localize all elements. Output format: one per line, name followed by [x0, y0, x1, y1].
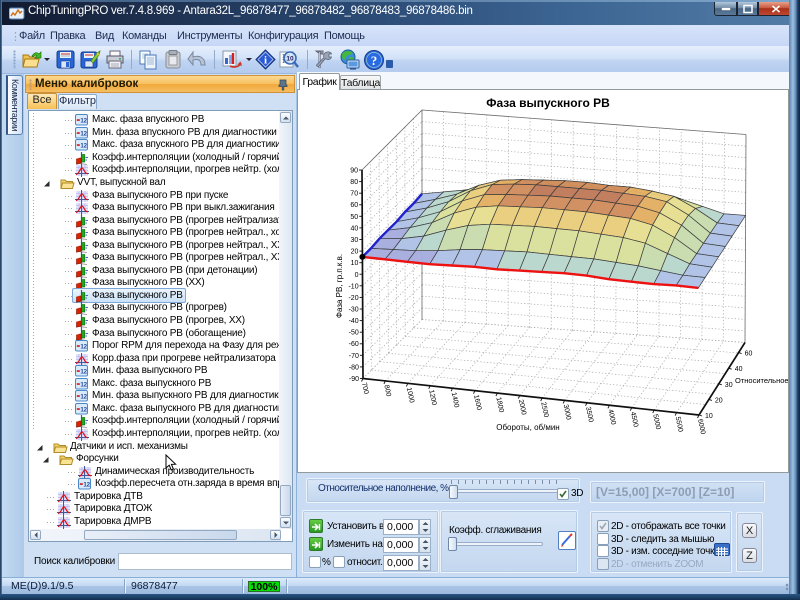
svg-text:60: 60 — [745, 351, 753, 358]
svg-text:i: i — [264, 55, 267, 67]
svg-text:60: 60 — [350, 202, 358, 209]
svg-text:-30: -30 — [349, 307, 359, 314]
svg-text:80: 80 — [350, 179, 358, 186]
svg-text:-60: -60 — [349, 341, 359, 348]
svg-text:50: 50 — [350, 214, 358, 221]
svg-text:-90: -90 — [349, 376, 359, 383]
svg-text:Фаза выпускного РВ: Фаза выпускного РВ — [486, 96, 610, 110]
svg-text:12: 12 — [83, 482, 90, 489]
svg-text:10: 10 — [705, 413, 713, 420]
svg-text:-10: -10 — [348, 283, 358, 290]
svg-text:12: 12 — [80, 369, 87, 376]
svg-text:30: 30 — [725, 382, 733, 389]
svg-text:Обороты, об/мин: Обороты, об/мин — [496, 423, 559, 432]
svg-text:10: 10 — [351, 260, 359, 267]
svg-text:12: 12 — [80, 118, 87, 125]
svg-text:40: 40 — [735, 366, 743, 373]
svg-text:-70: -70 — [349, 353, 359, 360]
svg-text:20: 20 — [715, 397, 723, 404]
svg-text:90: 90 — [350, 168, 358, 175]
svg-text:Фаза РВ, гр.п.к.в.: Фаза РВ, гр.п.к.в. — [335, 254, 344, 318]
svg-text:-50: -50 — [349, 330, 359, 337]
svg-text:12: 12 — [80, 406, 87, 413]
svg-text:30: 30 — [351, 237, 359, 244]
svg-text:Относительное н: Относительное н — [735, 376, 789, 385]
svg-text:12: 12 — [80, 344, 87, 351]
svg-text:20: 20 — [351, 249, 359, 256]
svg-text:-80: -80 — [349, 364, 359, 371]
svg-text:12: 12 — [80, 143, 87, 150]
svg-text:12: 12 — [80, 130, 87, 137]
svg-text:12: 12 — [80, 381, 87, 388]
svg-text:0: 0 — [355, 272, 359, 279]
svg-text:10: 10 — [286, 56, 294, 63]
svg-text:40: 40 — [351, 225, 359, 232]
svg-text:70: 70 — [350, 191, 358, 198]
svg-text:-40: -40 — [349, 318, 359, 325]
svg-text:?: ? — [371, 53, 378, 68]
svg-text:-20: -20 — [348, 295, 358, 302]
svg-text:12: 12 — [80, 394, 87, 401]
